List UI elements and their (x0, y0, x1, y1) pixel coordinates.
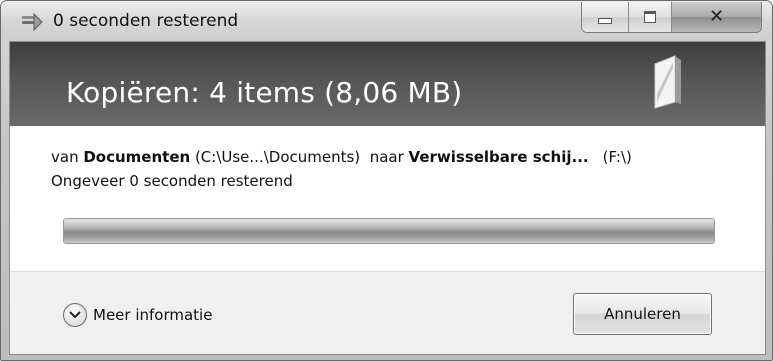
cancel-button[interactable]: Annuleren (573, 293, 712, 335)
copy-details: van Documenten (C:\Use...\Documents) naa… (10, 126, 765, 271)
progress-fill (64, 219, 714, 243)
dialog-body: Kopiëren: 4 items (8,06 MB) van Document… (9, 41, 766, 355)
title-bar[interactable]: 0 seconden resterend ✕ (1, 1, 772, 41)
copy-files-icon (21, 12, 43, 32)
caption-buttons: ✕ (581, 2, 762, 33)
minimize-button[interactable] (582, 2, 629, 32)
operation-title: Kopiëren: 4 items (8,06 MB) (66, 76, 463, 109)
chevron-down-icon (63, 303, 87, 327)
destination-link[interactable]: Verwisselbare schij... (409, 148, 589, 166)
maximize-button[interactable] (629, 2, 672, 32)
more-info-label: Meer informatie (93, 306, 213, 324)
close-button[interactable]: ✕ (672, 2, 761, 32)
dialog-footer: Meer informatie Annuleren (10, 271, 765, 354)
file-copy-dialog: 0 seconden resterend ✕ Kopiëren: 4 items… (0, 0, 773, 361)
maximize-icon (644, 11, 656, 23)
source-path: (C:\Use...\Documents) (190, 148, 361, 166)
close-icon: ✕ (708, 6, 725, 27)
progress-bar (63, 218, 715, 244)
header-band: Kopiëren: 4 items (8,06 MB) (10, 42, 765, 126)
source-destination-line: van Documenten (C:\Use...\Documents) naa… (51, 148, 632, 166)
window-title: 0 seconden resterend (53, 11, 239, 31)
to-label: naar (360, 148, 409, 166)
removable-drive-icon (649, 54, 685, 110)
time-remaining: Ongeveer 0 seconden resterend (51, 172, 293, 190)
destination-path: (F:\) (602, 148, 632, 166)
minimize-icon (598, 18, 612, 24)
more-info-toggle[interactable]: Meer informatie (63, 301, 212, 329)
source-link[interactable]: Documenten (83, 148, 190, 166)
from-label: van (51, 148, 84, 166)
